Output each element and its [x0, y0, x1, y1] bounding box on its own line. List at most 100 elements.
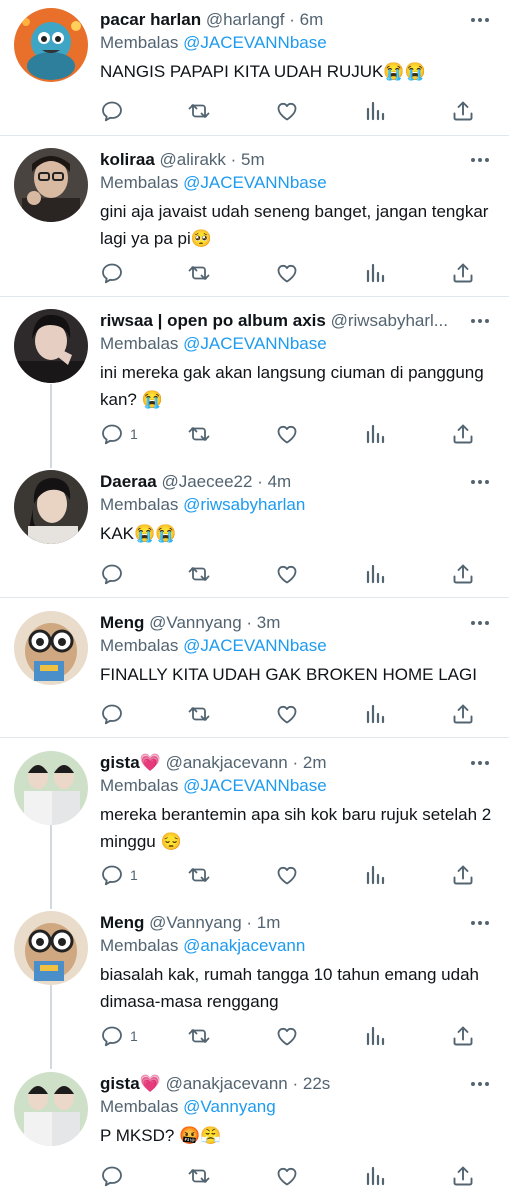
retweet-button[interactable]: [187, 1023, 211, 1049]
share-button[interactable]: [451, 561, 475, 587]
mention-link[interactable]: @JACEVANNbase: [183, 173, 327, 192]
timestamp[interactable]: · 3m: [246, 613, 280, 632]
retweet-button[interactable]: [187, 862, 211, 888]
display-name[interactable]: gista: [100, 1074, 140, 1093]
display-name[interactable]: Meng: [100, 913, 144, 932]
avatar[interactable]: [14, 611, 88, 685]
like-button[interactable]: [275, 421, 299, 447]
analytics-icon: [363, 562, 387, 586]
avatar[interactable]: [14, 309, 88, 383]
username[interactable]: @riwsabyharl...: [331, 311, 448, 330]
analytics-button[interactable]: [363, 862, 387, 888]
reply-button[interactable]: [100, 561, 130, 587]
tweet[interactable]: Meng @Vannyang · 3m Membalas @JACEVANNba…: [0, 609, 509, 737]
timestamp[interactable]: · 4m: [257, 472, 291, 491]
more-icon[interactable]: [469, 615, 491, 631]
avatar[interactable]: [14, 1072, 88, 1146]
more-icon[interactable]: [469, 755, 491, 771]
tweet[interactable]: Meng @Vannyang · 1m Membalas @anakjaceva…: [0, 909, 509, 1059]
tweet[interactable]: gista💗 @anakjacevann · 2m Membalas @JACE…: [0, 749, 509, 897]
share-button[interactable]: [451, 421, 475, 447]
tweet[interactable]: pacar harlan @harlangf · 6m Membalas @JA…: [0, 6, 509, 134]
timestamp[interactable]: · 22s: [293, 1074, 331, 1093]
more-icon[interactable]: [469, 152, 491, 168]
like-button[interactable]: [275, 260, 299, 286]
display-name[interactable]: Daeraa: [100, 472, 157, 491]
like-button[interactable]: [275, 1023, 299, 1049]
timestamp[interactable]: · 2m: [293, 753, 327, 772]
avatar[interactable]: [14, 8, 88, 82]
mention-link[interactable]: @JACEVANNbase: [183, 33, 327, 52]
share-button[interactable]: [451, 98, 475, 124]
like-button[interactable]: [275, 862, 299, 888]
tweet[interactable]: Daeraa @Jaecee22 · 4m Membalas @riwsabyh…: [0, 468, 509, 596]
analytics-button[interactable]: [363, 260, 387, 286]
username[interactable]: @alirakk: [160, 150, 226, 169]
avatar[interactable]: [14, 751, 88, 825]
like-button[interactable]: [275, 561, 299, 587]
like-button[interactable]: [275, 701, 299, 727]
reply-button[interactable]: [100, 98, 130, 124]
reply-button[interactable]: 1: [100, 1023, 138, 1049]
username[interactable]: @Vannyang: [149, 913, 242, 932]
timestamp[interactable]: · 1m: [246, 913, 280, 932]
retweet-button[interactable]: [187, 98, 211, 124]
more-icon[interactable]: [469, 313, 491, 329]
tweet[interactable]: riwsaa | open po album axis @riwsabyharl…: [0, 307, 509, 455]
username[interactable]: @Vannyang: [149, 613, 242, 632]
analytics-button[interactable]: [363, 561, 387, 587]
analytics-button[interactable]: [363, 421, 387, 447]
avatar[interactable]: [14, 470, 88, 544]
retweet-button[interactable]: [187, 561, 211, 587]
analytics-icon: [363, 1024, 387, 1048]
username[interactable]: @anakjacevann: [166, 1074, 288, 1093]
reply-button[interactable]: [100, 260, 130, 286]
replying-to: Membalas @anakjacevann: [100, 933, 305, 959]
mention-link[interactable]: @riwsabyharlan: [183, 495, 305, 514]
display-name[interactable]: Meng: [100, 613, 144, 632]
analytics-button[interactable]: [363, 98, 387, 124]
reply-button[interactable]: [100, 701, 130, 727]
analytics-button[interactable]: [363, 1163, 387, 1189]
share-button[interactable]: [451, 862, 475, 888]
tweet[interactable]: gista💗 @anakjacevann · 22s Membalas @Van…: [0, 1070, 509, 1200]
like-button[interactable]: [275, 1163, 299, 1189]
tweet[interactable]: koliraa @alirakk · 5m Membalas @JACEVANN…: [0, 146, 509, 294]
more-icon[interactable]: [469, 12, 491, 28]
share-button[interactable]: [451, 1023, 475, 1049]
like-button[interactable]: [275, 98, 299, 124]
analytics-button[interactable]: [363, 1023, 387, 1049]
display-name[interactable]: pacar harlan: [100, 10, 201, 29]
display-name[interactable]: riwsaa | open po album axis: [100, 311, 326, 330]
retweet-button[interactable]: [187, 260, 211, 286]
avatar[interactable]: [14, 911, 88, 985]
display-name[interactable]: koliraa: [100, 150, 155, 169]
share-button[interactable]: [451, 1163, 475, 1189]
mention-link[interactable]: @JACEVANNbase: [183, 776, 327, 795]
reply-button[interactable]: 1: [100, 421, 138, 447]
reply-button[interactable]: [100, 1163, 130, 1189]
share-button[interactable]: [451, 701, 475, 727]
timestamp[interactable]: · 5m: [231, 150, 265, 169]
retweet-icon: [187, 702, 211, 726]
retweet-button[interactable]: [187, 421, 211, 447]
timestamp[interactable]: · 6m: [289, 10, 323, 29]
mention-link[interactable]: @JACEVANNbase: [183, 636, 327, 655]
username[interactable]: @Jaecee22: [161, 472, 252, 491]
replying-to-label: Membalas: [100, 495, 179, 514]
mention-link[interactable]: @anakjacevann: [183, 936, 305, 955]
mention-link[interactable]: @JACEVANNbase: [183, 334, 327, 353]
more-icon[interactable]: [469, 474, 491, 490]
retweet-button[interactable]: [187, 1163, 211, 1189]
username[interactable]: @harlangf: [206, 10, 285, 29]
share-button[interactable]: [451, 260, 475, 286]
more-icon[interactable]: [469, 1076, 491, 1092]
more-icon[interactable]: [469, 915, 491, 931]
display-name[interactable]: gista: [100, 753, 140, 772]
username[interactable]: @anakjacevann: [166, 753, 288, 772]
analytics-button[interactable]: [363, 701, 387, 727]
reply-button[interactable]: 1: [100, 862, 138, 888]
retweet-button[interactable]: [187, 701, 211, 727]
mention-link[interactable]: @Vannyang: [183, 1097, 276, 1116]
avatar[interactable]: [14, 148, 88, 222]
